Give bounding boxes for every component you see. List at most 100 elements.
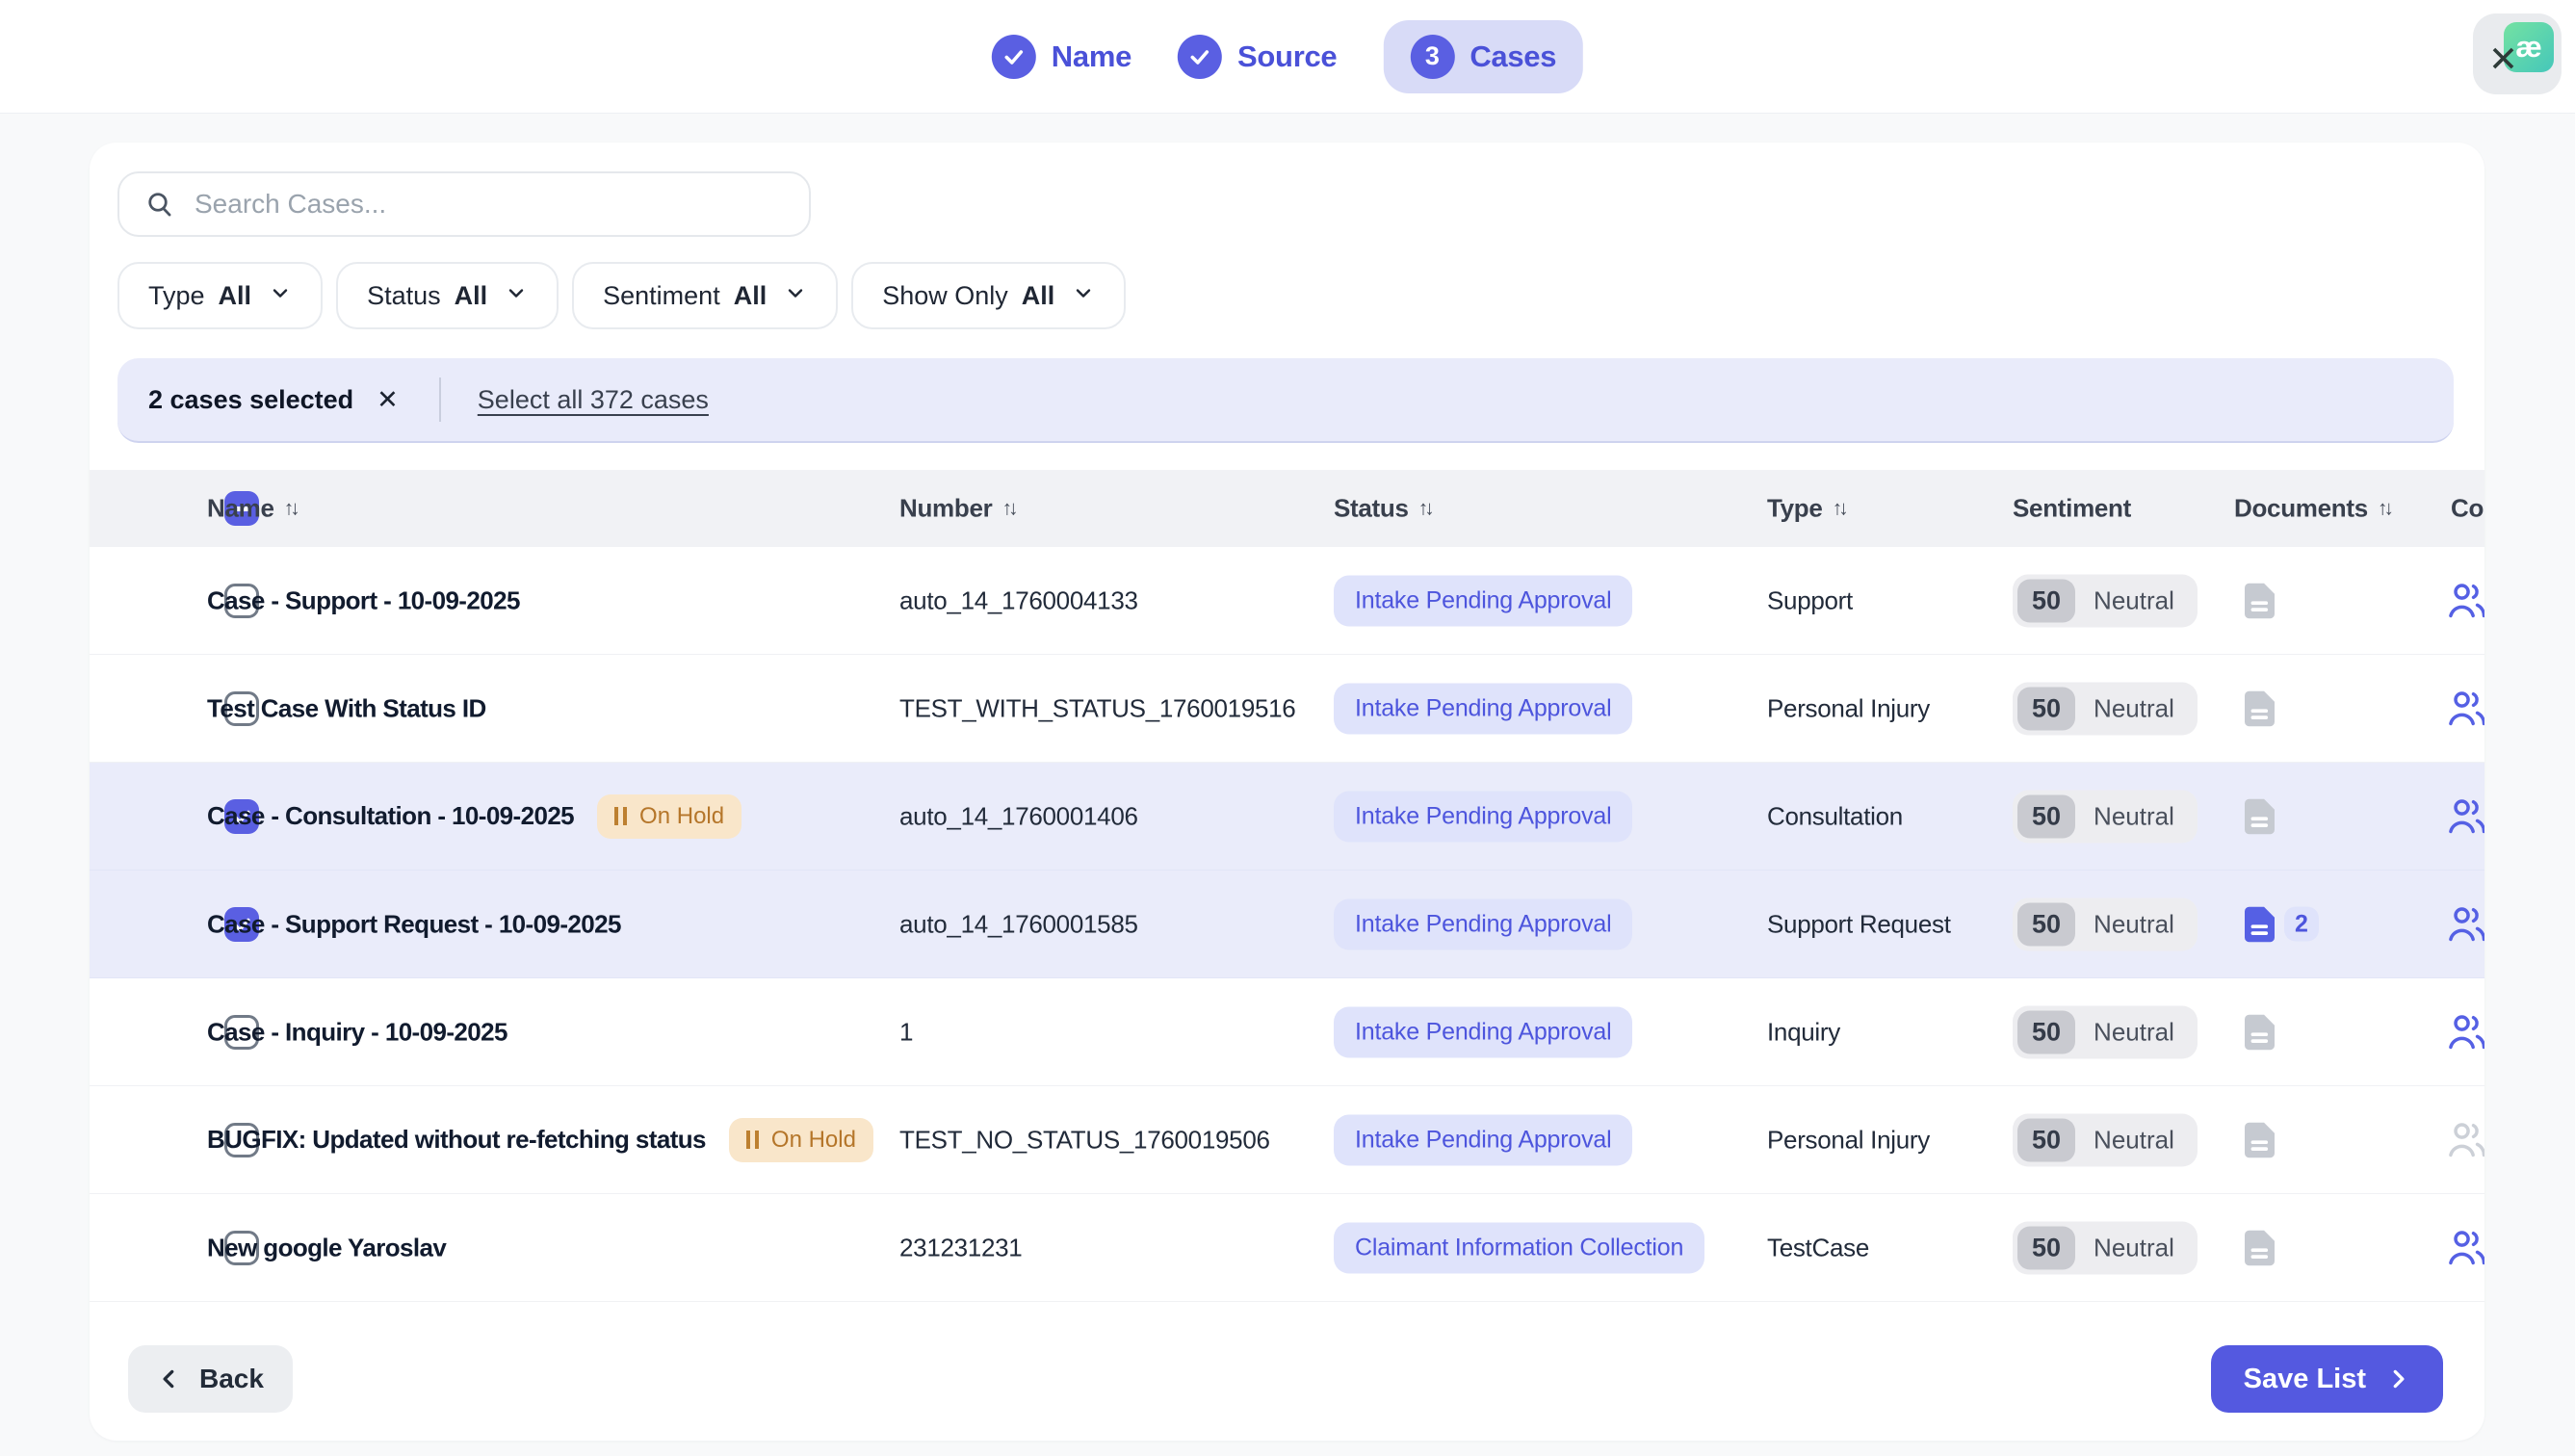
documents-cell[interactable]	[2245, 690, 2275, 726]
on-hold-badge: On Hold	[729, 1118, 873, 1162]
status-cell: Intake Pending Approval	[1334, 791, 1632, 842]
chevron-down-icon	[269, 281, 292, 311]
contacts-people-icon	[2446, 1121, 2484, 1159]
sort-icon: ↑↓	[1833, 497, 1849, 520]
document-icon	[2245, 583, 2275, 618]
case-name: Case - Inquiry - 10-09-2025	[207, 1017, 507, 1047]
filter-sentiment[interactable]: SentimentAll	[572, 262, 838, 329]
documents-cell[interactable]	[2245, 583, 2275, 618]
sentiment-label: Neutral	[2075, 687, 2193, 730]
table-row[interactable]: Case - Support Request - 10-09-2025 auto…	[90, 871, 2484, 978]
contacts-cell[interactable]	[2446, 689, 2484, 728]
step-cases[interactable]: 3 Cases	[1383, 20, 1583, 93]
browser-extension-widget[interactable]: æ ✕	[2473, 13, 2562, 94]
case-name-cell: Test Case With Status ID	[207, 693, 486, 723]
clear-selection-icon[interactable]: ✕	[377, 387, 399, 413]
document-icon	[2245, 906, 2275, 942]
filter-status[interactable]: Status All	[336, 262, 559, 329]
check-circle-icon	[1178, 35, 1222, 79]
filter-label: Type	[148, 281, 205, 311]
case-name-cell: Case - Support - 10-09-2025	[207, 585, 520, 615]
step-name-label: Name	[1052, 39, 1131, 74]
contacts-cell[interactable]	[2446, 582, 2484, 620]
contacts-people-icon	[2446, 905, 2484, 944]
status-badge: Intake Pending Approval	[1334, 1114, 1632, 1165]
search-input[interactable]	[195, 189, 784, 220]
filter-bar: Type All Status All SentimentAll Show Only…	[117, 262, 1126, 329]
contacts-cell[interactable]	[2446, 905, 2484, 944]
check-circle-icon	[992, 35, 1036, 79]
case-type: Consultation	[1767, 801, 1903, 831]
wizard-stepper: Name Source 3 Cases	[992, 20, 1583, 93]
case-number: 1	[899, 1017, 913, 1047]
contacts-cell[interactable]	[2446, 797, 2484, 836]
filter-value: All	[1022, 281, 1055, 311]
sort-icon: ↑↓	[1418, 497, 1435, 520]
table-row[interactable]: BUGFIX: Updated without re-fetching stat…	[90, 1086, 2484, 1194]
column-header-name[interactable]: Name↑↓	[207, 494, 300, 524]
filter-type[interactable]: Type All	[117, 262, 323, 329]
documents-cell[interactable]	[2245, 798, 2275, 834]
contacts-people-icon	[2446, 1229, 2484, 1267]
column-header-status[interactable]: Status↑↓	[1334, 494, 1435, 524]
table-row[interactable]: Case - Inquiry - 10-09-2025 1 Intake Pen…	[90, 978, 2484, 1086]
chevron-down-icon	[505, 281, 528, 311]
status-badge: Claimant Information Collection	[1334, 1222, 1704, 1273]
status-cell: Intake Pending Approval	[1334, 575, 1632, 626]
step-source[interactable]: Source	[1178, 35, 1337, 79]
document-icon	[2245, 1230, 2275, 1265]
step-name[interactable]: Name	[992, 35, 1131, 79]
top-bar: Name Source 3 Cases æ ✕	[0, 0, 2575, 114]
filter-label: Status	[367, 281, 441, 311]
table-row[interactable]: New google Yaroslav 231231231 Claimant I…	[90, 1194, 2484, 1302]
save-list-button[interactable]: Save List	[2211, 1345, 2443, 1413]
select-all-link[interactable]: Select all 372 cases	[478, 385, 709, 415]
contacts-people-icon	[2446, 797, 2484, 836]
case-name: Case - Support Request - 10-09-2025	[207, 909, 621, 939]
step-source-label: Source	[1237, 39, 1337, 74]
table-row[interactable]: Case - Support - 10-09-2025 auto_14_1760…	[90, 547, 2484, 655]
filter-value: All	[455, 281, 488, 311]
chevron-left-icon	[157, 1366, 182, 1391]
contacts-people-icon	[2446, 689, 2484, 728]
column-header-documents[interactable]: Documents↑↓	[2234, 494, 2394, 524]
contacts-cell[interactable]	[2446, 1121, 2484, 1159]
documents-cell[interactable]: 2	[2245, 906, 2319, 942]
sentiment-score: 50	[2017, 687, 2075, 730]
case-number: auto_14_1760004133	[899, 585, 1138, 615]
pause-icon	[614, 807, 627, 825]
sentiment-pill: 50 Neutral	[2013, 574, 2198, 627]
step-number-circle: 3	[1410, 35, 1454, 79]
chevron-right-icon	[2385, 1366, 2410, 1391]
sort-icon: ↑↓	[2378, 497, 2394, 520]
contacts-cell[interactable]	[2446, 1013, 2484, 1052]
document-icon	[2245, 690, 2275, 726]
filter-value: All	[734, 281, 767, 311]
documents-cell[interactable]	[2245, 1014, 2275, 1050]
save-list-label: Save List	[2244, 1364, 2366, 1395]
column-header-type[interactable]: Type↑↓	[1767, 494, 1849, 524]
table-row[interactable]: Case - Consultation - 10-09-2025 On Hold…	[90, 763, 2484, 871]
table-row[interactable]: Test Case With Status ID TEST_WITH_STATU…	[90, 655, 2484, 763]
document-icon	[2245, 798, 2275, 834]
column-header-number[interactable]: Number↑↓	[899, 494, 1018, 524]
contacts-people-icon	[2446, 582, 2484, 620]
documents-cell[interactable]	[2245, 1230, 2275, 1265]
case-number: auto_14_1760001406	[899, 801, 1138, 831]
documents-cell[interactable]	[2245, 1122, 2275, 1157]
case-name: Test Case With Status ID	[207, 693, 486, 723]
case-name-cell: Case - Consultation - 10-09-2025 On Hold	[207, 794, 741, 839]
on-hold-label: On Hold	[639, 803, 724, 830]
back-button[interactable]: Back	[128, 1345, 293, 1413]
status-badge: Intake Pending Approval	[1334, 683, 1632, 734]
cursor-x-mark: ✕	[2488, 39, 2518, 80]
case-name-cell: Case - Support Request - 10-09-2025	[207, 909, 621, 939]
contacts-cell[interactable]	[2446, 1229, 2484, 1267]
pause-icon	[746, 1131, 759, 1149]
filter-value: All	[219, 281, 252, 311]
filter-show-only[interactable]: Show OnlyAll	[851, 262, 1126, 329]
status-cell: Intake Pending Approval	[1334, 898, 1632, 949]
chevron-down-icon	[1072, 281, 1095, 311]
sort-icon: ↑↓	[1001, 497, 1018, 520]
document-count-badge: 2	[2284, 907, 2319, 942]
